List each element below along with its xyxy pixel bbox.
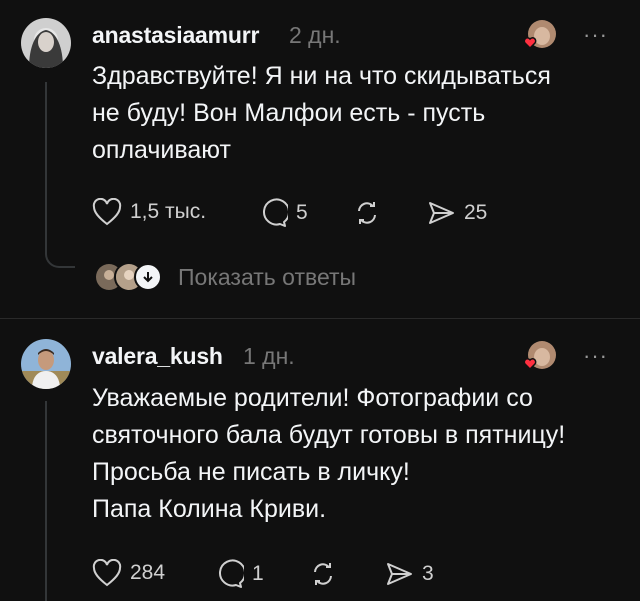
comment-post: valera_kush 1 дн. ··· Уважаемые родители… <box>0 319 640 601</box>
repost-button[interactable] <box>352 198 382 228</box>
heart-badge-icon <box>522 339 558 375</box>
repost-icon <box>358 202 376 224</box>
comment-count: 5 <box>296 201 308 224</box>
timestamp: 2 дн. <box>289 22 341 48</box>
avatar[interactable] <box>21 18 71 68</box>
heart-outline-icon <box>92 559 122 587</box>
comment-post: anastasiaamurr 2 дн. ··· Здравствуйте! Я… <box>0 0 640 318</box>
timestamp: 1 дн. <box>243 343 295 369</box>
show-replies-link[interactable]: Показать ответы <box>178 264 356 291</box>
comment-text: Уважаемые родители! Фотографии со святоч… <box>92 384 566 523</box>
comment-bubble-icon <box>263 198 288 227</box>
thread-line <box>45 401 47 601</box>
comment-button[interactable]: 5 <box>258 198 308 228</box>
comment-count: 1 <box>252 562 264 585</box>
username[interactable]: anastasiaamurr <box>92 22 259 49</box>
comment-bubble-icon <box>219 559 244 588</box>
arrow-down-icon <box>134 263 162 291</box>
share-count: 25 <box>464 201 488 224</box>
share-count: 3 <box>422 562 434 585</box>
more-options-button[interactable]: ··· <box>583 343 608 369</box>
send-icon <box>429 202 454 224</box>
send-icon <box>387 563 412 585</box>
repost-icon <box>314 563 332 585</box>
like-count: 284 <box>130 561 166 584</box>
thread-line <box>45 82 47 252</box>
comment-text: Здравствуйте! Я ни на что скидываться не… <box>92 62 551 164</box>
reply-avatars[interactable] <box>94 262 162 292</box>
heart-badge-icon <box>522 18 558 54</box>
more-options-button[interactable]: ··· <box>583 22 608 48</box>
share-button[interactable]: 3 <box>384 559 434 589</box>
share-button[interactable]: 25 <box>426 198 487 228</box>
like-button[interactable]: 284 <box>92 559 165 587</box>
heart-outline-icon <box>92 198 122 226</box>
repost-button[interactable] <box>308 559 338 589</box>
username[interactable]: valera_kush <box>92 343 223 370</box>
like-button[interactable]: 1,5 тыс. <box>92 198 206 226</box>
thread-curve <box>45 252 75 268</box>
comment-button[interactable]: 1 <box>214 559 264 589</box>
like-count: 1,5 тыс. <box>130 200 207 223</box>
avatar[interactable] <box>21 339 71 389</box>
